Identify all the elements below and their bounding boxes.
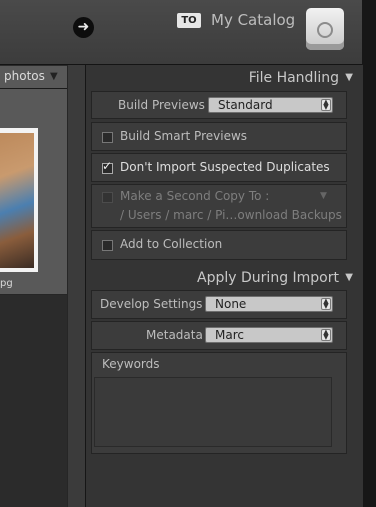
- metadata-label: Metadata: [146, 328, 203, 342]
- second-copy-row: Make a Second Copy To : ▼ / Users / marc…: [91, 184, 347, 228]
- add-to-collection-checkbox[interactable]: [102, 240, 113, 251]
- keywords-input[interactable]: [94, 377, 332, 447]
- file-handling-title: File Handling: [248, 70, 339, 86]
- develop-settings-row: Develop Settings None ▲ ▼: [91, 290, 347, 319]
- build-previews-label: Build Previews: [118, 98, 205, 112]
- second-copy-checkbox[interactable]: [102, 192, 113, 203]
- grid-sort-dropdown[interactable]: photos ▼: [0, 66, 67, 89]
- hard-drive-icon[interactable]: [306, 8, 344, 50]
- metadata-row: Metadata Marc ▲ ▼: [91, 321, 347, 350]
- chevron-down-icon: ▼: [50, 71, 58, 82]
- build-previews-row: Build Previews Standard ▲ ▼: [91, 91, 347, 119]
- arrow-right-icon[interactable]: ➜: [73, 17, 94, 38]
- metadata-value: Marc: [215, 328, 244, 342]
- build-smart-previews-row: Build Smart Previews: [91, 122, 347, 151]
- collapse-triangle-icon[interactable]: ▼: [345, 72, 353, 83]
- window-right-edge: [362, 0, 376, 507]
- keywords-label: Keywords: [102, 357, 160, 371]
- grid-scrollbar[interactable]: [67, 65, 85, 507]
- file-handling-header[interactable]: File Handling ▼: [86, 67, 363, 89]
- build-previews-select[interactable]: Standard ▲ ▼: [208, 97, 333, 113]
- build-smart-previews-checkbox[interactable]: [102, 132, 113, 143]
- build-previews-value: Standard: [218, 98, 273, 112]
- add-to-collection-row: Add to Collection: [91, 230, 347, 260]
- apply-during-import-title: Apply During Import: [197, 270, 339, 286]
- select-arrows-icon: ▲ ▼: [321, 298, 331, 310]
- select-arrows-icon: ▲ ▼: [321, 99, 331, 111]
- collapse-triangle-icon[interactable]: ▼: [345, 272, 353, 283]
- catalog-name[interactable]: My Catalog: [211, 11, 295, 29]
- thumbnail-filename: pg: [0, 278, 13, 289]
- develop-settings-value: None: [215, 297, 247, 311]
- chevron-down-icon[interactable]: ▼: [320, 191, 327, 201]
- select-arrows-icon: ▲ ▼: [321, 329, 331, 341]
- dont-import-duplicates-label: Don't Import Suspected Duplicates: [120, 160, 330, 174]
- apply-during-import-header[interactable]: Apply During Import ▼: [86, 267, 363, 289]
- grid-sort-label: photos: [4, 69, 45, 83]
- add-to-collection-label: Add to Collection: [120, 237, 223, 251]
- build-smart-previews-label: Build Smart Previews: [120, 129, 248, 143]
- import-options-panel: File Handling ▼ Build Previews Standard …: [85, 65, 363, 507]
- thumbnail-image[interactable]: [0, 133, 34, 268]
- develop-settings-label: Develop Settings: [100, 297, 203, 311]
- second-copy-path: / Users / marc / Pi…ownload Backups: [120, 208, 342, 222]
- dont-import-duplicates-checkbox[interactable]: [102, 159, 113, 174]
- to-badge: TO: [177, 13, 201, 28]
- metadata-select[interactable]: Marc ▲ ▼: [205, 327, 333, 343]
- top-bar: ➜ TO My Catalog: [0, 0, 362, 65]
- develop-settings-select[interactable]: None ▲ ▼: [205, 296, 333, 312]
- second-copy-label: Make a Second Copy To :: [120, 189, 270, 203]
- dont-import-duplicates-row: Don't Import Suspected Duplicates: [91, 153, 347, 182]
